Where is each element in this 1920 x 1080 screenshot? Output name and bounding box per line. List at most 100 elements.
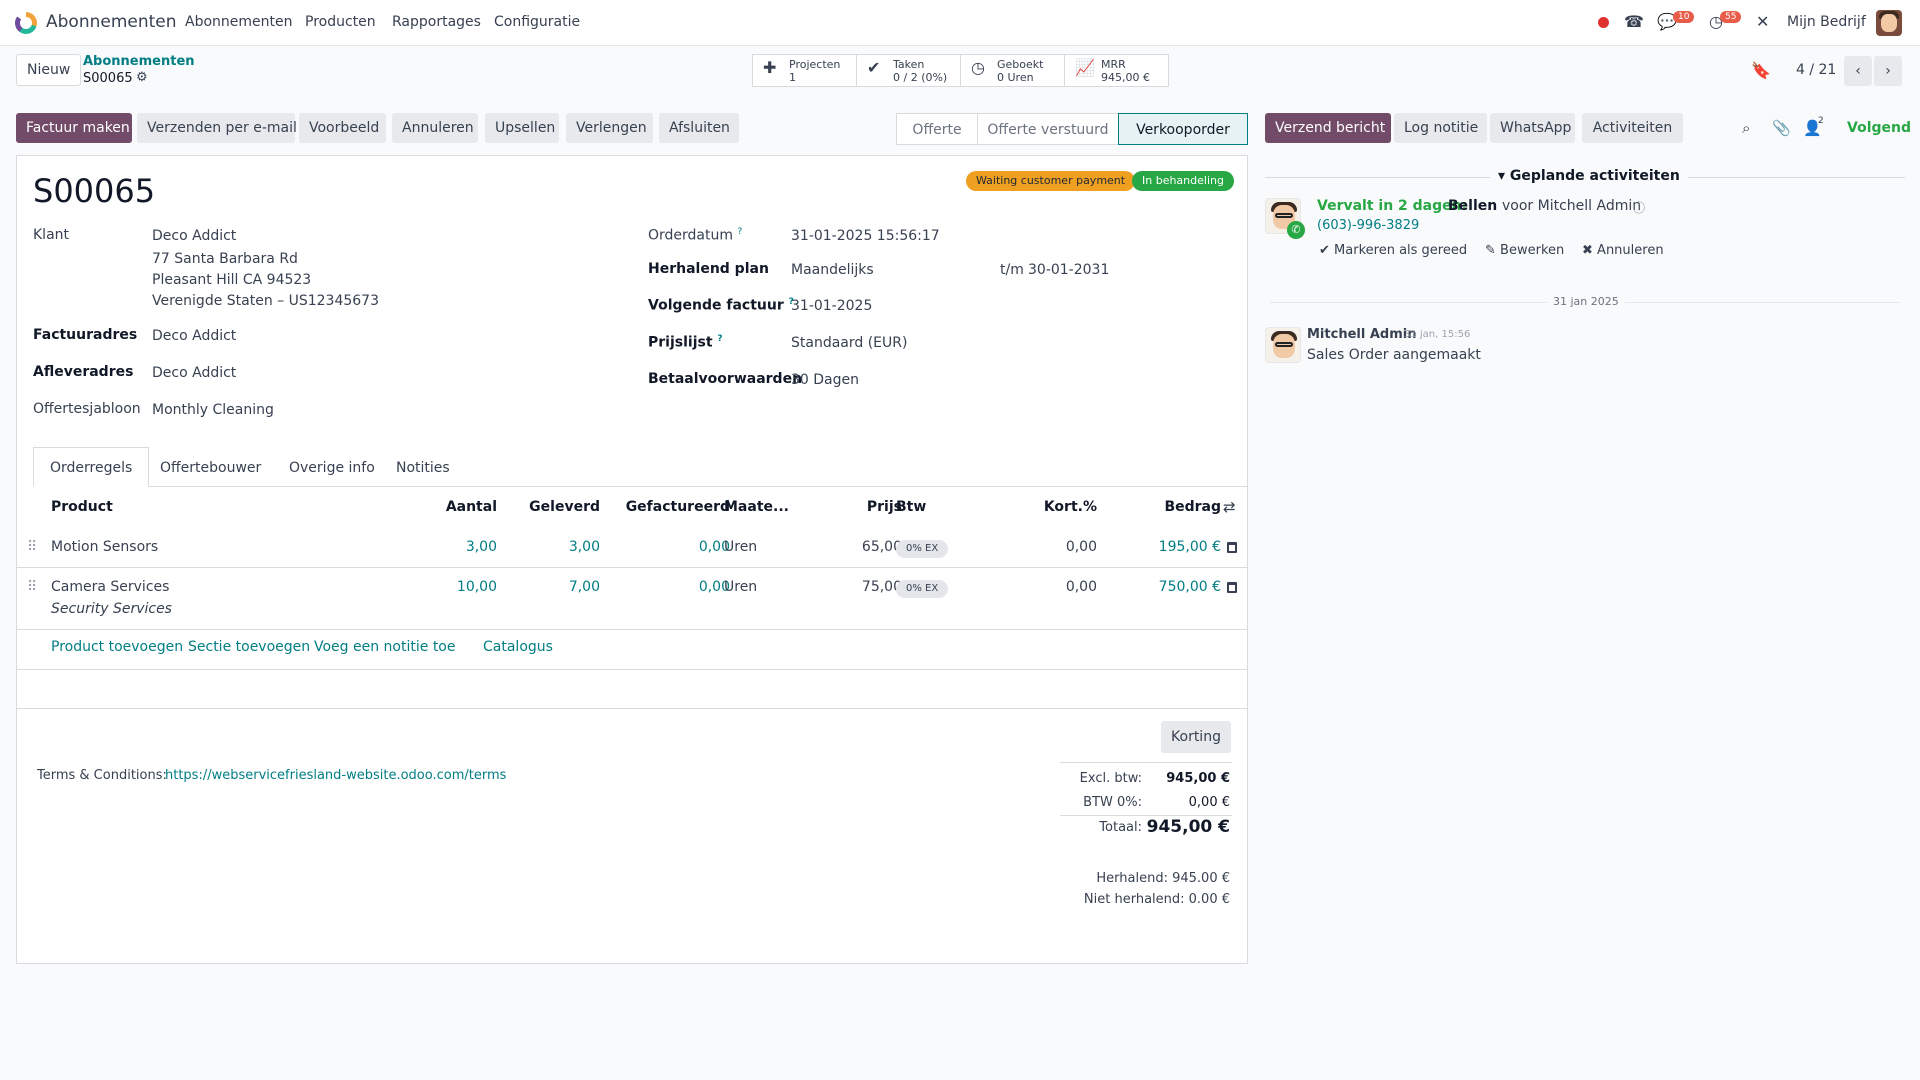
line-discount[interactable]: 0,00 [1017,579,1097,595]
pager-previous-button[interactable]: ‹ [1844,56,1872,86]
app-title[interactable]: Abonnementen [46,12,177,32]
message-author[interactable]: Mitchell Admin [1307,327,1416,342]
pricelist-field[interactable]: Standaard (EUR) [791,335,907,351]
line-product[interactable]: Motion Sensors [51,539,158,555]
col-amount[interactable]: Bedrag [1127,499,1221,515]
close-button[interactable]: Afsluiten [659,113,739,143]
line-uom[interactable]: Uren [724,579,757,595]
line-qty[interactable]: 10,00 [417,579,497,595]
search-icon[interactable]: ⌕ [1742,119,1750,137]
terms-link[interactable]: https://webservicefriesland-website.odoo… [165,768,506,783]
company-switcher[interactable]: Mijn Bedrijf [1787,14,1866,30]
tab-orderregels[interactable]: Orderregels [33,447,150,487]
follow-button[interactable]: Volgend [1847,120,1911,136]
cancel-activity-button[interactable]: ✖ Annuleren [1582,243,1664,258]
upsell-button[interactable]: Upsellen [485,113,559,143]
table-row[interactable]: ⠿ Camera Services Security Services 10,0… [17,568,1247,630]
add-section-link[interactable]: Sectie toevoegen [188,639,310,655]
line-price[interactable]: 65,00 [817,539,902,555]
send-email-button[interactable]: Verzenden per e-mail [137,113,297,143]
user-avatar[interactable] [1876,10,1902,36]
col-product[interactable]: Product [51,499,113,515]
line-product[interactable]: Camera Services [51,579,169,595]
breadcrumb-parent[interactable]: Abonnementen [83,54,195,69]
line-invoiced[interactable]: 0,00 [603,579,730,595]
preview-button[interactable]: Voorbeeld [299,113,386,143]
line-discount[interactable]: 0,00 [1017,539,1097,555]
optional-columns-icon[interactable]: ⇄ [1223,498,1236,516]
payment-terms-field[interactable]: 30 Dagen [791,372,859,388]
stage-verkooporder[interactable]: Verkooporder [1118,113,1248,145]
line-qty[interactable]: 3,00 [417,539,497,555]
smart-button-projects[interactable]: ✚ Projecten 1 [753,55,857,86]
table-row[interactable]: ⠿ Motion Sensors 3,00 3,00 0,00 Uren 65,… [17,528,1247,568]
col-invoiced[interactable]: Gefactureerd [603,499,730,515]
info-icon[interactable]: ⓘ [1633,199,1645,216]
create-invoice-button[interactable]: Factuur maken [16,113,132,143]
drag-handle-icon[interactable]: ⠿ [27,579,37,595]
line-tax-tag[interactable]: 0% EX [896,540,949,558]
customer-field[interactable]: Deco Addict [152,228,236,244]
tools-icon[interactable]: ✕ [1756,12,1769,31]
delivery-address-field[interactable]: Deco Addict [152,365,236,381]
recurring-plan-field[interactable]: Maandelijks [791,262,874,278]
tab-notities[interactable]: Notities [379,447,467,487]
add-product-link[interactable]: Product toevoegen [51,639,183,655]
send-message-button[interactable]: Verzend bericht [1265,113,1391,143]
activities-button[interactable]: Activiteiten [1582,113,1683,143]
renew-button[interactable]: Verlengen [566,113,653,143]
col-price[interactable]: Prijs [817,499,902,515]
menu-producten[interactable]: Producten [305,14,376,30]
phone-icon[interactable]: ☎ [1624,12,1644,31]
line-delivered[interactable]: 7,00 [500,579,600,595]
smart-button-timesheets[interactable]: ◷ Geboekt 0 Uren [961,55,1065,86]
add-note-link[interactable]: Voeg een notitie toe [314,639,455,655]
new-button[interactable]: Nieuw [16,54,82,86]
menu-rapportages[interactable]: Rapportages [392,14,481,30]
log-note-button[interactable]: Log notitie [1394,113,1487,143]
plan-end-date[interactable]: 30-01-2031 [1028,262,1109,278]
col-tax[interactable]: Btw [896,499,926,515]
stage-offerte-verstuurd[interactable]: Offerte verstuurd [977,113,1119,145]
trash-icon[interactable] [1227,582,1237,593]
paperclip-icon[interactable]: 📎 [1772,119,1791,137]
line-uom[interactable]: Uren [724,539,757,555]
pager-value[interactable]: 4 / 21 [1796,62,1836,78]
menu-configuratie[interactable]: Configuratie [494,14,580,30]
activity-phone[interactable]: (603)-996-3829 [1317,218,1419,233]
line-delivered[interactable]: 3,00 [500,539,600,555]
next-invoice-field[interactable]: 31-01-2025 [791,298,872,314]
line-invoiced[interactable]: 0,00 [603,539,730,555]
line-description[interactable]: Security Services [51,601,172,617]
planned-activities-toggle[interactable]: ▾ Geplande activiteiten [1490,168,1688,184]
smart-button-tasks[interactable]: ✔ Taken 0 / 2 (0%) [857,55,961,86]
trash-icon[interactable] [1227,542,1237,553]
order-date-field[interactable]: 31-01-2025 15:56:17 [791,228,940,244]
quote-template-field[interactable]: Monthly Cleaning [152,402,274,418]
col-delivered[interactable]: Geleverd [500,499,600,515]
catalog-link[interactable]: Catalogus [483,639,553,655]
gear-icon[interactable]: ⚙ [136,70,148,85]
mark-done-button[interactable]: ✔ Markeren als gereed [1319,243,1467,258]
tab-overige-info[interactable]: Overige info [272,447,392,487]
edit-activity-button[interactable]: ✎ Bewerken [1485,243,1564,258]
line-price[interactable]: 75,00 [817,579,902,595]
invoice-address-field[interactable]: Deco Addict [152,328,236,344]
bookmark-icon[interactable]: 🔖 [1751,61,1771,80]
drag-handle-icon[interactable]: ⠿ [27,539,37,555]
menu-abonnementen[interactable]: Abonnementen [185,14,293,30]
line-tax-tag[interactable]: 0% EX [896,580,949,598]
odoo-logo-icon[interactable] [15,12,37,34]
pager-next-button[interactable]: › [1874,56,1902,86]
tab-offertebouwer[interactable]: Offertebouwer [143,447,278,487]
col-uom[interactable]: Maate... [724,499,789,515]
recording-icon[interactable] [1598,17,1609,28]
stage-offerte[interactable]: Offerte [896,113,978,145]
discount-button[interactable]: Korting [1161,721,1231,753]
whatsapp-button[interactable]: WhatsApp [1490,113,1575,143]
col-qty[interactable]: Aantal [417,499,497,515]
cancel-order-button[interactable]: Annuleren [392,113,478,143]
smart-button-mrr[interactable]: 📈 MRR 945,00 € [1065,55,1169,86]
col-discount[interactable]: Kort.% [1017,499,1097,515]
author-avatar[interactable] [1265,327,1301,363]
